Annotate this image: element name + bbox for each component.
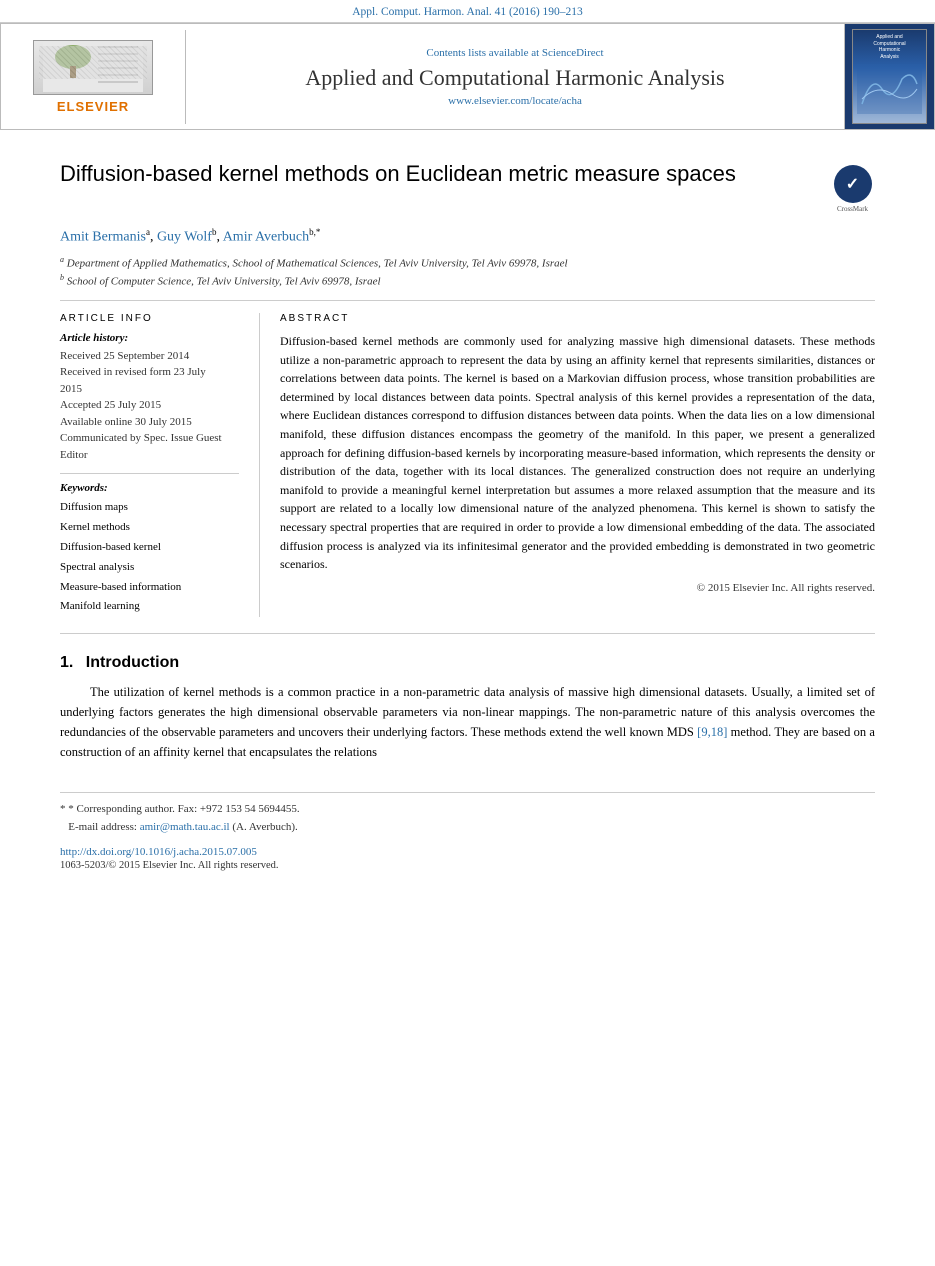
- divider-after-affiliations: [60, 300, 875, 301]
- email-suffix: (A. Averbuch).: [232, 821, 297, 833]
- abstract-header: ABSTRACT: [280, 313, 875, 324]
- doi-text: http://dx.doi.org/10.1016/j.acha.2015.07…: [60, 846, 257, 858]
- affiliations: a Department of Applied Mathematics, Sch…: [60, 254, 875, 290]
- sciencedirect-label: Contents lists available at ScienceDirec…: [206, 47, 824, 59]
- footnote-corresponding: * * Corresponding author. Fax: +972 153 …: [60, 801, 875, 819]
- issn-text: 1063-5203/© 2015 Elsevier Inc. All right…: [60, 860, 279, 871]
- elsevier-logo-image: [33, 40, 153, 95]
- crossmark-badge[interactable]: ✓ CrossMark: [830, 165, 875, 213]
- email-label: E-mail address:: [68, 821, 137, 833]
- history-accepted: Accepted 25 July 2015: [60, 397, 239, 414]
- doi-line[interactable]: http://dx.doi.org/10.1016/j.acha.2015.07…: [60, 846, 875, 858]
- keyword-4: Spectral analysis: [60, 558, 239, 578]
- author2-name: Guy Wolf: [157, 230, 212, 245]
- elsevier-brand-text: ELSEVIER: [57, 99, 129, 114]
- history-received: Received 25 September 2014: [60, 348, 239, 365]
- introduction-section: 1. Introduction The utilization of kerne…: [60, 654, 875, 762]
- author1-name: Amit Bermanis: [60, 230, 146, 245]
- abstract-text: Diffusion-based kernel methods are commo…: [280, 332, 875, 574]
- paper-content: Diffusion-based kernel methods on Euclid…: [0, 130, 935, 891]
- history-revised: Received in revised form 23 July2015: [60, 364, 239, 397]
- keyword-6: Manifold learning: [60, 597, 239, 617]
- copyright-line: © 2015 Elsevier Inc. All rights reserved…: [280, 582, 875, 594]
- keywords-label: Keywords:: [60, 482, 239, 494]
- authors-line: Amit Bermanisa, Guy Wolfb, Amir Averbuch…: [60, 227, 875, 246]
- elsevier-logo: ELSEVIER: [33, 40, 153, 114]
- crossmark-icon: ✓: [834, 165, 872, 203]
- crossmark-label: CrossMark: [837, 205, 868, 213]
- section-number: 1.: [60, 654, 73, 671]
- history-communicated: Communicated by Spec. Issue Guest Editor: [60, 430, 239, 463]
- sciencedirect-link-text[interactable]: ScienceDirect: [542, 47, 604, 59]
- journal-cover-area: Applied andComputationalHarmonicAnalysis: [844, 24, 934, 129]
- journal-header: ELSEVIER Contents lists available at Sci…: [0, 23, 935, 130]
- abstract-column: ABSTRACT Diffusion-based kernel methods …: [260, 313, 875, 617]
- keyword-3: Diffusion-based kernel: [60, 538, 239, 558]
- journal-title: Applied and Computational Harmonic Analy…: [206, 65, 824, 91]
- issn-line: 1063-5203/© 2015 Elsevier Inc. All right…: [60, 860, 875, 871]
- section-title-text: Introduction: [86, 654, 179, 671]
- citation-mds[interactable]: [9,18]: [697, 725, 727, 739]
- article-info-abstract: ARTICLE INFO Article history: Received 2…: [60, 313, 875, 617]
- journal-ref-text: Appl. Comput. Harmon. Anal. 41 (2016) 19…: [352, 6, 583, 18]
- introduction-paragraph: The utilization of kernel methods is a c…: [60, 682, 875, 762]
- history-online: Available online 30 July 2015: [60, 414, 239, 431]
- divider-after-abstract: [60, 633, 875, 634]
- footnote-star: *: [60, 803, 68, 815]
- keyword-1: Diffusion maps: [60, 498, 239, 518]
- article-info-column: ARTICLE INFO Article history: Received 2…: [60, 313, 260, 617]
- keyword-5: Measure-based information: [60, 578, 239, 598]
- affiliation-b: b School of Computer Science, Tel Aviv U…: [60, 272, 875, 290]
- paper-title: Diffusion-based kernel methods on Euclid…: [60, 160, 815, 189]
- footnote-corresponding-text: * Corresponding author. Fax: +972 153 54…: [68, 803, 299, 815]
- article-history: Article history: Received 25 September 2…: [60, 332, 239, 464]
- article-info-header: ARTICLE INFO: [60, 313, 239, 324]
- email-link[interactable]: amir@math.tau.ac.il: [140, 821, 230, 833]
- author3-name: Amir Averbuch: [223, 230, 309, 245]
- journal-header-center: Contents lists available at ScienceDirec…: [186, 37, 844, 117]
- affiliation-a: a Department of Applied Mathematics, Sch…: [60, 254, 875, 272]
- journal-ref-bar: Appl. Comput. Harmon. Anal. 41 (2016) 19…: [0, 0, 935, 23]
- footnote-email-line: E-mail address: amir@math.tau.ac.il (A. …: [60, 819, 875, 837]
- section-title: 1. Introduction: [60, 654, 875, 672]
- cover-title-text: Applied andComputationalHarmonicAnalysis: [873, 34, 905, 60]
- keyword-2: Kernel methods: [60, 518, 239, 538]
- paper-title-section: Diffusion-based kernel methods on Euclid…: [60, 160, 875, 213]
- journal-url[interactable]: www.elsevier.com/locate/acha: [206, 95, 824, 107]
- elsevier-logo-area: ELSEVIER: [1, 30, 186, 124]
- history-label: Article history:: [60, 332, 239, 344]
- keywords-section: Keywords: Diffusion maps Kernel methods …: [60, 482, 239, 617]
- col-divider: [60, 473, 239, 474]
- footnote-area: * * Corresponding author. Fax: +972 153 …: [60, 792, 875, 836]
- journal-cover-thumbnail: Applied andComputationalHarmonicAnalysis: [852, 29, 927, 124]
